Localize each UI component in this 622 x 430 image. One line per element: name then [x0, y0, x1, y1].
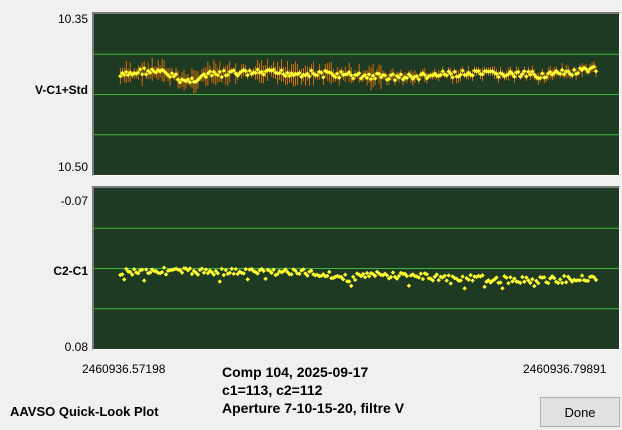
data-point	[579, 273, 585, 278]
data-point	[470, 278, 475, 283]
data-point	[420, 276, 426, 282]
data-point	[460, 68, 465, 73]
data-point	[500, 286, 505, 291]
data-point	[219, 74, 225, 80]
data-point	[520, 274, 525, 280]
data-point	[189, 76, 195, 81]
done-button[interactable]: Done	[540, 397, 620, 427]
check-plot	[94, 227, 619, 310]
check-plot-panel	[92, 186, 620, 350]
data-point	[122, 277, 127, 282]
data-point	[143, 72, 149, 77]
data-point	[452, 69, 457, 74]
top-ylabel: V-C1+Std	[34, 83, 88, 97]
data-point	[561, 273, 567, 279]
top-ytick-bottom: 10.50	[57, 160, 88, 174]
data-point	[506, 281, 511, 286]
data-point	[444, 278, 449, 283]
bottom-ytick-bottom: 0.08	[64, 340, 88, 354]
data-point	[571, 67, 577, 73]
data-point	[368, 76, 374, 82]
data-point	[209, 73, 215, 78]
data-point	[335, 71, 340, 76]
data-point	[161, 265, 167, 270]
data-point	[343, 272, 348, 277]
data-point	[462, 286, 467, 291]
bottom-ytick-top: -0.07	[60, 194, 88, 208]
magnitude-plot-panel	[92, 12, 620, 176]
data-point	[406, 283, 412, 288]
data-point	[233, 266, 238, 272]
data-point	[141, 66, 147, 71]
data-point	[243, 266, 248, 272]
data-point	[450, 75, 455, 80]
data-point	[524, 74, 529, 79]
info-comp-stars: c1=113, c2=112	[222, 382, 323, 398]
data-point	[390, 270, 396, 275]
data-point	[530, 277, 535, 282]
bottom-ylabel: C2-C1	[53, 264, 88, 278]
data-point	[593, 69, 599, 74]
data-point	[263, 276, 268, 282]
top-ytick-top: 10.35	[57, 12, 88, 26]
data-point	[337, 75, 342, 80]
data-point	[245, 72, 250, 78]
data-point	[229, 266, 234, 272]
data-point	[245, 277, 250, 282]
data-point	[522, 279, 527, 284]
data-point	[139, 72, 145, 77]
data-point	[436, 277, 441, 283]
data-point	[217, 69, 223, 74]
data-point	[163, 272, 169, 277]
data-point	[418, 271, 424, 276]
data-point	[327, 269, 332, 275]
data-point	[348, 283, 354, 289]
data-point	[482, 284, 487, 290]
data-point	[141, 278, 147, 283]
x-tick-start: 2460936.57198	[82, 362, 166, 376]
data-point	[532, 283, 537, 289]
data-point	[448, 281, 453, 286]
data-point	[321, 75, 326, 80]
data-point	[217, 279, 223, 284]
data-point	[559, 280, 565, 286]
data-point	[219, 266, 225, 272]
data-point	[446, 273, 451, 278]
data-point	[460, 274, 465, 279]
data-point	[221, 272, 226, 278]
data-point	[392, 78, 398, 83]
info-aperture: Aperture 7-10-15-20, filtre V	[222, 400, 405, 416]
data-point	[231, 271, 236, 277]
data-point	[221, 68, 226, 73]
data-point	[563, 280, 569, 285]
data-point	[559, 67, 565, 73]
app-title: AAVSO Quick-Look Plot	[10, 404, 159, 419]
data-point	[468, 272, 473, 278]
magnitude-plot	[94, 53, 619, 136]
x-tick-end: 2460936.79891	[523, 362, 607, 376]
data-point	[540, 71, 545, 76]
data-point	[366, 72, 372, 77]
info-comp-date: Comp 104, 2025-09-17	[222, 364, 369, 380]
data-point	[557, 277, 563, 282]
data-point	[508, 275, 513, 280]
